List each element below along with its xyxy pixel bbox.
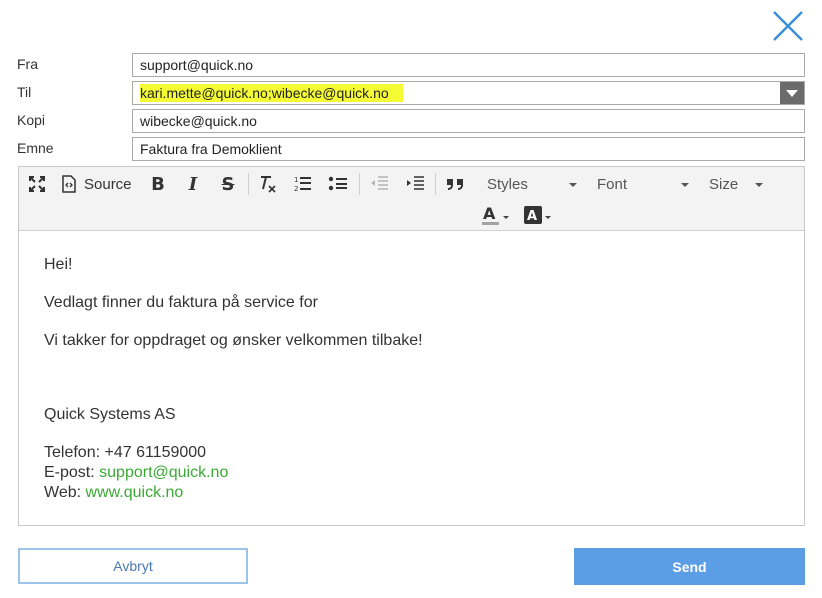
source-icon bbox=[62, 175, 76, 193]
styles-label: Styles bbox=[487, 175, 528, 193]
background-color-button[interactable]: A bbox=[522, 202, 552, 228]
blockquote-icon bbox=[447, 179, 463, 190]
subject-field[interactable]: Faktura fra Demoklient bbox=[132, 137, 805, 161]
web-line: Web: www.quick.no bbox=[44, 483, 784, 503]
editor-toolbar: Source B I S 1 2 Styles Font Size A A bbox=[19, 167, 804, 231]
close-icon bbox=[773, 11, 803, 41]
remove-format-icon bbox=[261, 176, 276, 193]
text-color-icon: A bbox=[482, 204, 499, 225]
bulleted-list-icon bbox=[328, 176, 347, 191]
phone-line: Telefon: +47 61159000 bbox=[44, 444, 207, 461]
chevron-down-icon bbox=[545, 215, 551, 219]
source-label: Source bbox=[84, 175, 132, 193]
svg-text:A: A bbox=[527, 209, 537, 224]
email-line: E-post: support@quick.no bbox=[44, 463, 784, 483]
source-button[interactable]: Source bbox=[61, 171, 135, 197]
web-prefix: Web: bbox=[44, 484, 86, 501]
outdent-icon bbox=[371, 176, 388, 190]
close-button[interactable] bbox=[770, 8, 806, 44]
subject-label: Emne bbox=[17, 140, 54, 156]
greeting-text: Hei! bbox=[44, 256, 73, 273]
editor-content[interactable]: Hei! Vedlagt finner du faktura på servic… bbox=[44, 255, 784, 503]
background-color-icon: A bbox=[524, 206, 542, 224]
email-prefix: E-post: bbox=[44, 464, 100, 481]
italic-icon: I bbox=[188, 173, 198, 195]
body-line-1: Vedlagt finner du faktura på service for bbox=[44, 294, 318, 311]
font-dropdown[interactable]: Font bbox=[597, 171, 689, 197]
strikethrough-button[interactable]: S bbox=[217, 171, 239, 197]
svg-text:A: A bbox=[483, 204, 496, 223]
company-name: Quick Systems AS bbox=[44, 406, 176, 423]
blockquote-button[interactable] bbox=[443, 171, 469, 197]
to-field[interactable]: kari.mette@quick.no;wibecke@quick.no bbox=[132, 81, 805, 105]
rich-text-editor[interactable]: Source B I S 1 2 Styles Font Size A A He… bbox=[18, 166, 805, 526]
numbered-list-button[interactable]: 1 2 bbox=[291, 171, 315, 197]
size-label: Size bbox=[709, 175, 739, 193]
to-label: Til bbox=[17, 84, 32, 100]
bold-button[interactable]: B bbox=[147, 171, 169, 197]
toolbar-separator bbox=[435, 173, 436, 195]
from-field[interactable]: support@quick.no bbox=[132, 53, 805, 77]
bold-icon: B bbox=[151, 173, 165, 195]
toolbar-separator bbox=[248, 173, 249, 195]
indent-icon bbox=[407, 176, 424, 190]
styles-dropdown[interactable]: Styles bbox=[487, 171, 577, 197]
chevron-down-icon bbox=[569, 183, 577, 187]
to-dropdown-button[interactable] bbox=[780, 82, 804, 104]
cc-label: Kopi bbox=[17, 112, 46, 128]
chevron-down-icon bbox=[503, 215, 509, 219]
from-label: Fra bbox=[17, 56, 38, 72]
svg-text:1: 1 bbox=[294, 176, 298, 184]
font-label: Font bbox=[597, 175, 628, 193]
maximize-button[interactable] bbox=[25, 171, 49, 197]
size-dropdown[interactable]: Size bbox=[709, 171, 763, 197]
chevron-down-icon bbox=[755, 183, 763, 187]
send-button[interactable]: Send bbox=[574, 548, 805, 585]
to-field-value: kari.mette@quick.no;wibecke@quick.no bbox=[140, 84, 389, 102]
text-color-button[interactable]: A bbox=[480, 202, 510, 228]
outdent-button[interactable] bbox=[367, 171, 391, 197]
svg-text:2: 2 bbox=[294, 185, 298, 193]
italic-button[interactable]: I bbox=[182, 171, 204, 197]
bulleted-list-button[interactable] bbox=[326, 171, 350, 197]
web-link[interactable]: www.quick.no bbox=[86, 484, 184, 501]
body-line-2: Vi takker for oppdraget og ønsker velkom… bbox=[44, 332, 423, 349]
maximize-icon bbox=[29, 176, 45, 192]
strikethrough-icon: S bbox=[221, 173, 235, 195]
email-link[interactable]: support@quick.no bbox=[99, 464, 228, 481]
numbered-list-icon: 1 2 bbox=[294, 176, 311, 193]
toolbar-separator bbox=[359, 173, 360, 195]
chevron-down-icon bbox=[681, 183, 689, 187]
indent-button[interactable] bbox=[403, 171, 427, 197]
remove-format-button[interactable] bbox=[256, 171, 280, 197]
cancel-button[interactable]: Avbryt bbox=[18, 548, 248, 584]
cc-field[interactable]: wibecke@quick.no bbox=[132, 109, 805, 133]
